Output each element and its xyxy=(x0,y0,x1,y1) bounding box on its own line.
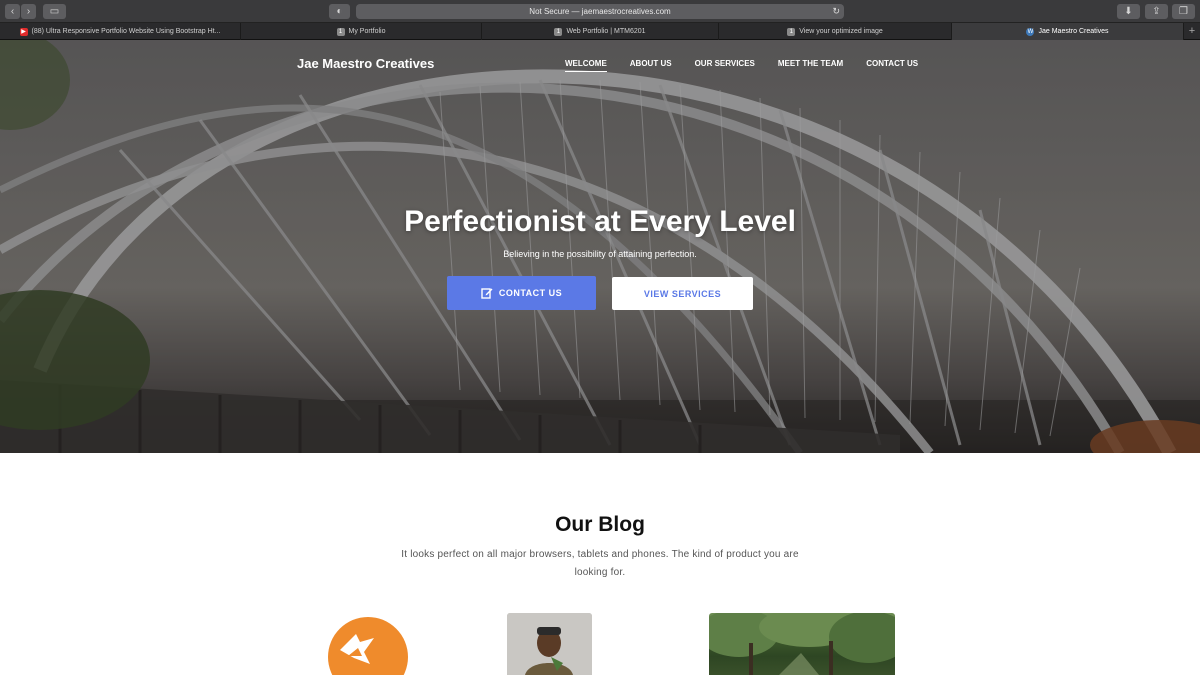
blog-card-forest-image[interactable] xyxy=(709,613,895,675)
tab-label: Jae Maestro Creatives xyxy=(1038,28,1109,35)
forward-icon[interactable]: › xyxy=(21,4,36,19)
back-icon[interactable]: ‹ xyxy=(5,4,20,19)
page-icon: 1 xyxy=(336,27,345,36)
hero-title: Perfectionist at Every Level xyxy=(404,205,796,238)
new-tab-icon[interactable]: + xyxy=(1184,23,1200,39)
nav-contact-us[interactable]: CONTACT US xyxy=(866,59,918,72)
view-services-label: VIEW SERVICES xyxy=(643,288,722,299)
nav-our-services[interactable]: OUR SERVICES xyxy=(695,59,755,72)
orange-logo-icon xyxy=(328,617,408,675)
tab-bar: ▶ (88) Ultra Responsive Portfolio Websit… xyxy=(0,23,1200,40)
nav-about-us[interactable]: ABOUT US xyxy=(630,59,672,72)
main-nav: WELCOME ABOUT US OUR SERVICES MEET THE T… xyxy=(565,59,941,72)
tab-jae-maestro[interactable]: W Jae Maestro Creatives xyxy=(952,23,1184,40)
hero-section: Jae Maestro Creatives WELCOME ABOUT US O… xyxy=(0,40,1200,453)
tabs-overview-icon[interactable]: ❐ xyxy=(1172,4,1195,19)
view-services-button[interactable]: VIEW SERVICES xyxy=(612,277,753,310)
address-bar[interactable]: Not Secure — jaemaestrocreatives.com ↻ xyxy=(356,4,844,19)
page-icon: 1 xyxy=(787,27,796,36)
youtube-icon: ▶ xyxy=(19,27,28,36)
site-brand[interactable]: Jae Maestro Creatives xyxy=(297,56,434,71)
tab-my-portfolio[interactable]: 1 My Portfolio xyxy=(241,23,482,40)
contact-us-label: CONTACT US xyxy=(498,288,563,298)
blog-card-logo-image[interactable] xyxy=(318,612,408,675)
tab-label: (88) Ultra Responsive Portfolio Website … xyxy=(31,28,221,35)
edit-icon xyxy=(481,288,493,299)
forest-photo xyxy=(709,613,895,675)
sidebar-toggle-icon[interactable]: ▭ xyxy=(43,4,66,19)
hero-overlay xyxy=(0,40,1200,453)
tab-web-portfolio[interactable]: 1 Web Portfolio | MTM6201 xyxy=(482,23,719,40)
tab-optimized-image[interactable]: 1 View your optimized image xyxy=(719,23,952,40)
share-icon[interactable]: ⇪ xyxy=(1145,4,1168,19)
blog-title: Our Blog xyxy=(555,513,645,536)
shield-icon[interactable]: ◐ xyxy=(329,4,350,19)
blog-description: It looks perfect on all major browsers, … xyxy=(401,549,799,578)
hero-subtitle: Believing in the possibility of attainin… xyxy=(503,249,697,259)
wordpress-icon: W xyxy=(1026,27,1035,36)
browser-toolbar: ‹ › ▭ ◐ Not Secure — jaemaestrocreatives… xyxy=(0,0,1200,23)
tab-youtube[interactable]: ▶ (88) Ultra Responsive Portfolio Websit… xyxy=(0,23,241,40)
download-icon[interactable]: ⬇ xyxy=(1117,4,1140,19)
nav-welcome[interactable]: WELCOME xyxy=(565,59,607,72)
nav-meet-the-team[interactable]: MEET THE TEAM xyxy=(778,59,843,72)
tab-label: My Portfolio xyxy=(348,28,386,35)
person-photo xyxy=(507,613,592,675)
tab-label: View your optimized image xyxy=(799,28,883,35)
contact-us-button[interactable]: CONTACT US xyxy=(447,276,596,310)
blog-card-person-image[interactable] xyxy=(507,613,592,675)
tab-label: Web Portfolio | MTM6201 xyxy=(566,28,646,35)
page-icon: 1 xyxy=(554,27,563,36)
address-text: Not Secure — jaemaestrocreatives.com xyxy=(529,7,671,16)
reload-icon[interactable]: ↻ xyxy=(832,4,840,19)
